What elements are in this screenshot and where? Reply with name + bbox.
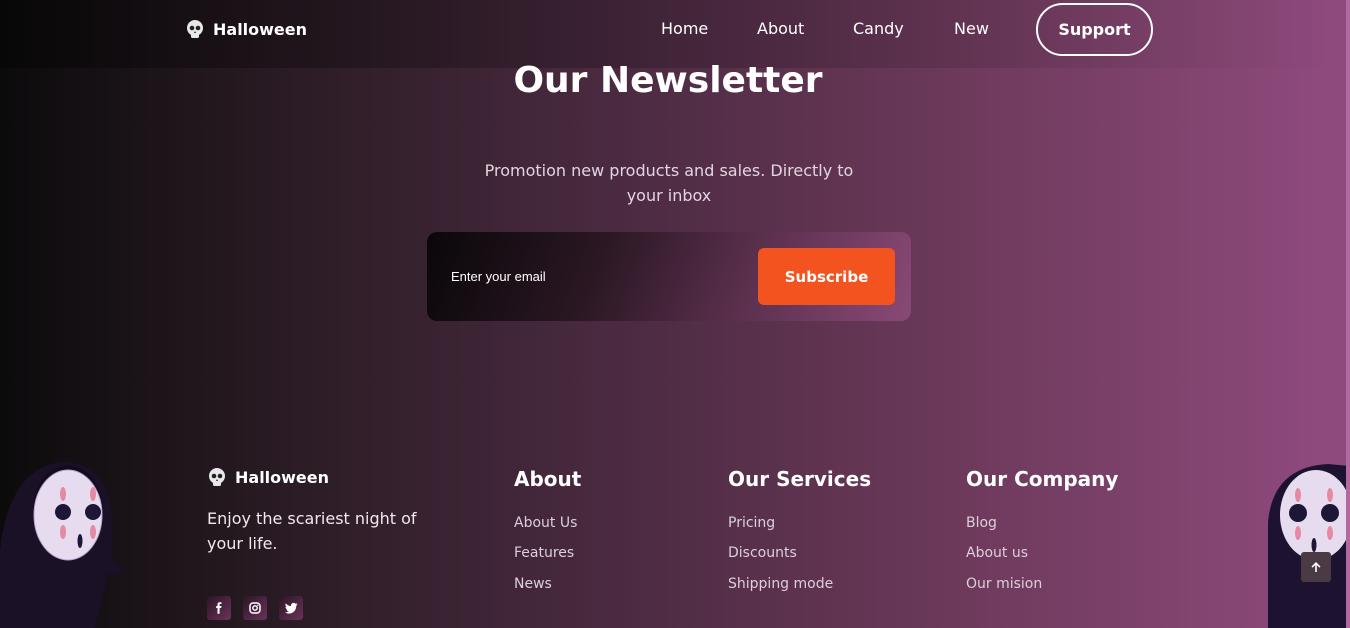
facebook-icon[interactable]	[207, 596, 231, 620]
subscribe-button[interactable]: Subscribe	[758, 248, 895, 305]
nav-about[interactable]: About	[757, 19, 804, 38]
footer-link-about-us[interactable]: About Us	[514, 515, 577, 531]
site-header: Halloween Home About Candy New Support	[0, 0, 1350, 68]
brand-name: Halloween	[213, 19, 308, 39]
newsletter-title: Our Newsletter	[513, 60, 823, 101]
skull-icon	[209, 468, 225, 486]
footer-brand-logo[interactable]: Halloween	[207, 467, 329, 487]
footer-link-about-us-company[interactable]: About us	[966, 545, 1028, 561]
email-input[interactable]	[451, 260, 751, 292]
footer-company-title: Our Company	[966, 467, 1119, 491]
footer-link-news[interactable]: News	[514, 576, 552, 592]
instagram-icon[interactable]	[243, 596, 267, 620]
footer-link-discounts[interactable]: Discounts	[728, 545, 797, 561]
footer-tagline: Enjoy the scariest night of your life.	[207, 509, 417, 553]
subscribe-form: Subscribe	[427, 232, 911, 321]
ghost-mask-icon	[0, 462, 126, 628]
scrollbar[interactable]	[1346, 0, 1350, 628]
newsletter-subtitle: Promotion new products and sales. Direct…	[484, 161, 854, 205]
skull-icon	[187, 20, 203, 38]
ghost-mask-icon	[1268, 464, 1350, 628]
twitter-icon[interactable]	[279, 596, 303, 620]
support-button[interactable]: Support	[1036, 3, 1153, 56]
footer-link-blog[interactable]: Blog	[966, 515, 997, 531]
brand-logo[interactable]: Halloween	[185, 19, 307, 39]
social-links	[207, 596, 303, 620]
footer-link-mision[interactable]: Our mision	[966, 576, 1042, 592]
footer-services-title: Our Services	[728, 467, 872, 491]
nav-home[interactable]: Home	[661, 19, 708, 38]
footer-link-features[interactable]: Features	[514, 545, 574, 561]
arrow-up-icon	[1311, 562, 1321, 572]
footer-about-title: About	[514, 467, 582, 491]
footer-link-shipping[interactable]: Shipping mode	[728, 576, 833, 592]
nav-candy[interactable]: Candy	[853, 19, 904, 38]
nav-new[interactable]: New	[954, 19, 989, 38]
footer-link-pricing[interactable]: Pricing	[728, 515, 775, 531]
footer-brand-name: Halloween	[235, 467, 330, 487]
scroll-top-button[interactable]	[1301, 552, 1331, 582]
